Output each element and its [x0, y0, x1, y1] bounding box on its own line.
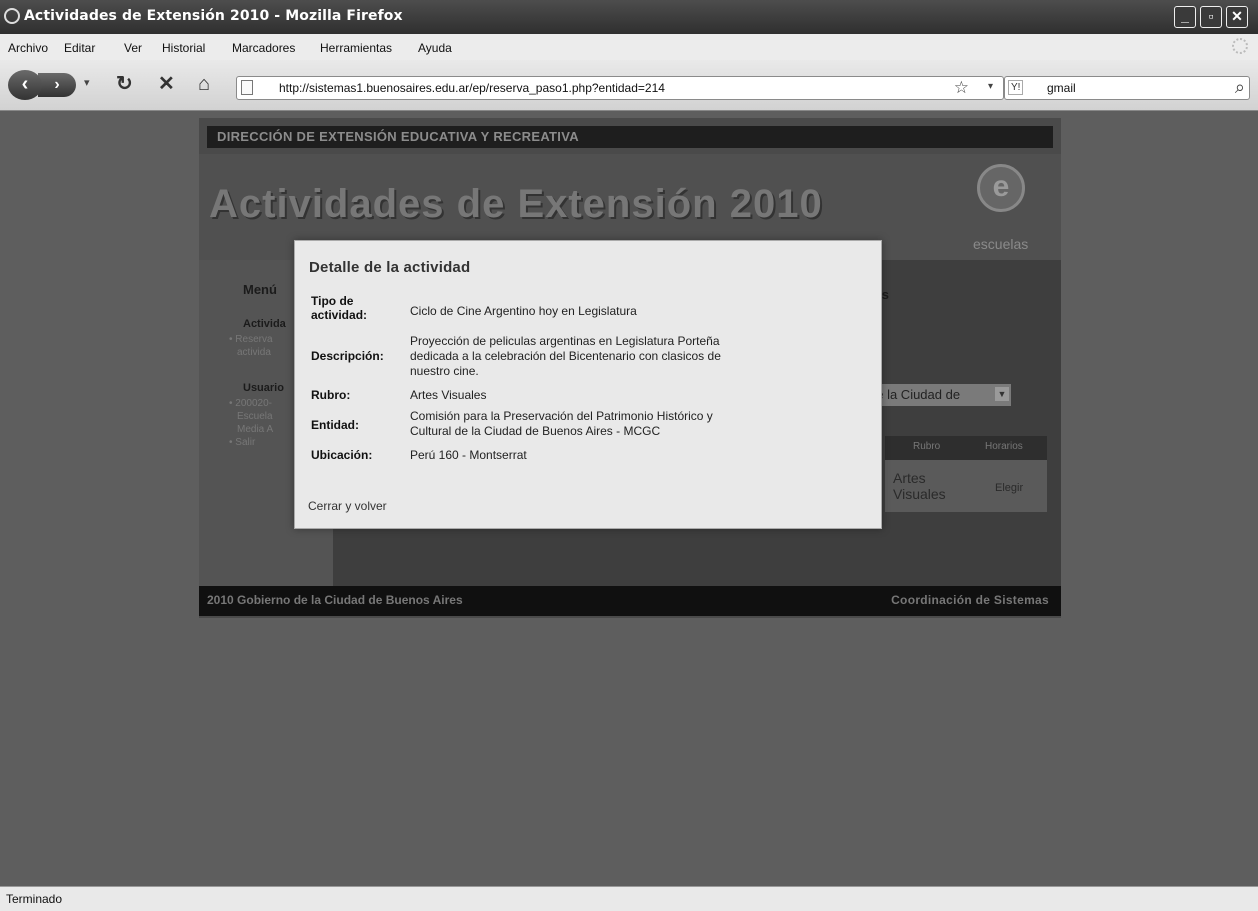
menu-bar: Archivo Editar Ver Historial Marcadores … — [0, 34, 1258, 60]
history-dropdown-icon[interactable]: ▾ — [84, 76, 90, 89]
entity-select-value: de la Ciudad de — [869, 387, 961, 402]
entity-select[interactable]: de la Ciudad de ▼ — [863, 384, 1011, 406]
status-text: Terminado — [6, 892, 63, 906]
sidebar-item-user: • 200020- — [229, 398, 272, 409]
menu-ver[interactable]: Ver — [124, 41, 142, 55]
label-entidad: Entidad: — [311, 418, 359, 432]
footer-left: 2010 Gobierno de la Ciudad de Buenos Air… — [207, 593, 463, 607]
table-header: Rubro Horarios — [885, 436, 1047, 460]
stop-icon[interactable]: ✕ — [158, 74, 175, 94]
navigation-toolbar: › ‹ ▾ ↻ ✕ ⌂ http://sistemas1.buenosaires… — [0, 60, 1258, 111]
value-tipo-actividad: Ciclo de Cine Argentino hoy en Legislatu… — [410, 304, 637, 318]
banner-title: Actividades de Extensión 2010 — [209, 182, 823, 226]
activity-detail-modal: Detalle de la actividad Tipo de activida… — [294, 240, 882, 529]
home-icon[interactable]: ⌂ — [198, 74, 210, 94]
table-row: Artes Visuales Elegir — [885, 460, 1047, 512]
menu-ayuda[interactable]: Ayuda — [418, 41, 452, 55]
sidebar-item-label: Reserva — [235, 334, 273, 345]
sidebar-section-actividades: Activida — [243, 318, 286, 330]
label-tipo-actividad: Tipo de actividad: — [311, 294, 368, 322]
search-icon[interactable]: ⌕ — [1235, 77, 1245, 98]
sidebar-section-usuario: Usuario — [243, 382, 284, 394]
back-forward-group: › ‹ ▾ — [8, 70, 98, 100]
url-dropdown-icon[interactable]: ▾ — [988, 81, 993, 92]
modal-title: Detalle de la actividad — [309, 259, 471, 276]
menu-editar[interactable]: Editar — [64, 41, 95, 55]
close-window-button[interactable]: ✕ — [1226, 6, 1248, 28]
page-footer: 2010 Gobierno de la Ciudad de Buenos Air… — [199, 586, 1061, 616]
window-title: Actividades de Extensión 2010 - Mozilla … — [24, 8, 403, 24]
footer-right: Coordinación de Sistemas — [891, 593, 1049, 607]
logo-text: escuelas — [973, 236, 1029, 252]
back-button[interactable]: ‹ — [8, 70, 42, 100]
menu-archivo[interactable]: Archivo — [8, 41, 48, 55]
column-header-horarios: Horarios — [985, 441, 1023, 452]
cell-rubro: Artes Visuales — [893, 470, 946, 502]
menu-herramientas[interactable]: Herramientas — [320, 41, 392, 55]
value-descripcion: Proyección de peliculas argentinas en Le… — [410, 334, 721, 378]
minimize-button[interactable]: _ — [1174, 6, 1196, 28]
search-input[interactable]: gmail — [1047, 81, 1076, 95]
elegir-link[interactable]: Elegir — [995, 482, 1023, 494]
sidebar-item-user-line2: Escuela — [237, 411, 273, 422]
sidebar-item-reserva-cont[interactable]: activida — [237, 346, 271, 359]
reload-icon[interactable]: ↻ — [116, 74, 133, 94]
page-icon — [241, 80, 253, 95]
url-text[interactable]: http://sistemas1.buenosaires.edu.ar/ep/r… — [279, 81, 665, 95]
sidebar-item-label: 200020- — [235, 398, 272, 409]
top-strip: DIRECCIÓN DE EXTENSIÓN EDUCATIVA Y RECRE… — [207, 126, 1053, 148]
chevron-down-icon[interactable]: ▼ — [995, 387, 1009, 401]
restore-button[interactable]: ▫ — [1200, 6, 1222, 28]
bookmark-star-icon[interactable]: ☆ — [954, 78, 969, 98]
value-entidad: Comisión para la Preservación del Patrim… — [410, 409, 713, 438]
escuelas-logo-icon: e — [977, 164, 1025, 212]
forward-button[interactable]: › — [38, 73, 76, 97]
value-ubicacion: Perú 160 - Montserrat — [410, 448, 527, 462]
sidebar-item-salir[interactable]: • Salir — [229, 436, 255, 449]
sidebar-item-reserva[interactable]: • Reserva — [229, 333, 273, 346]
column-header-rubro: Rubro — [913, 441, 941, 452]
window-titlebar: Actividades de Extensión 2010 - Mozilla … — [0, 0, 1258, 34]
url-bar[interactable]: http://sistemas1.buenosaires.edu.ar/ep/r… — [236, 76, 1004, 100]
sidebar-heading: Menú — [243, 282, 277, 297]
search-bar[interactable]: Y! gmail ⌕ — [1004, 76, 1250, 100]
firefox-icon — [4, 8, 20, 24]
value-rubro: Artes Visuales — [410, 388, 487, 402]
label-rubro: Rubro: — [311, 388, 351, 402]
search-engine-icon[interactable]: Y! — [1008, 80, 1024, 95]
label-descripcion: Descripción: — [311, 349, 384, 363]
close-and-return-link[interactable]: Cerrar y volver — [308, 499, 387, 513]
status-bar: Terminado — [0, 886, 1258, 911]
menu-historial[interactable]: Historial — [162, 41, 205, 55]
sidebar-item-label: Salir — [235, 437, 256, 448]
sidebar-item-user-line3: Media A — [237, 424, 274, 435]
throbber-icon — [1232, 38, 1248, 54]
menu-marcadores[interactable]: Marcadores — [232, 41, 295, 55]
label-ubicacion: Ubicación: — [311, 448, 373, 462]
